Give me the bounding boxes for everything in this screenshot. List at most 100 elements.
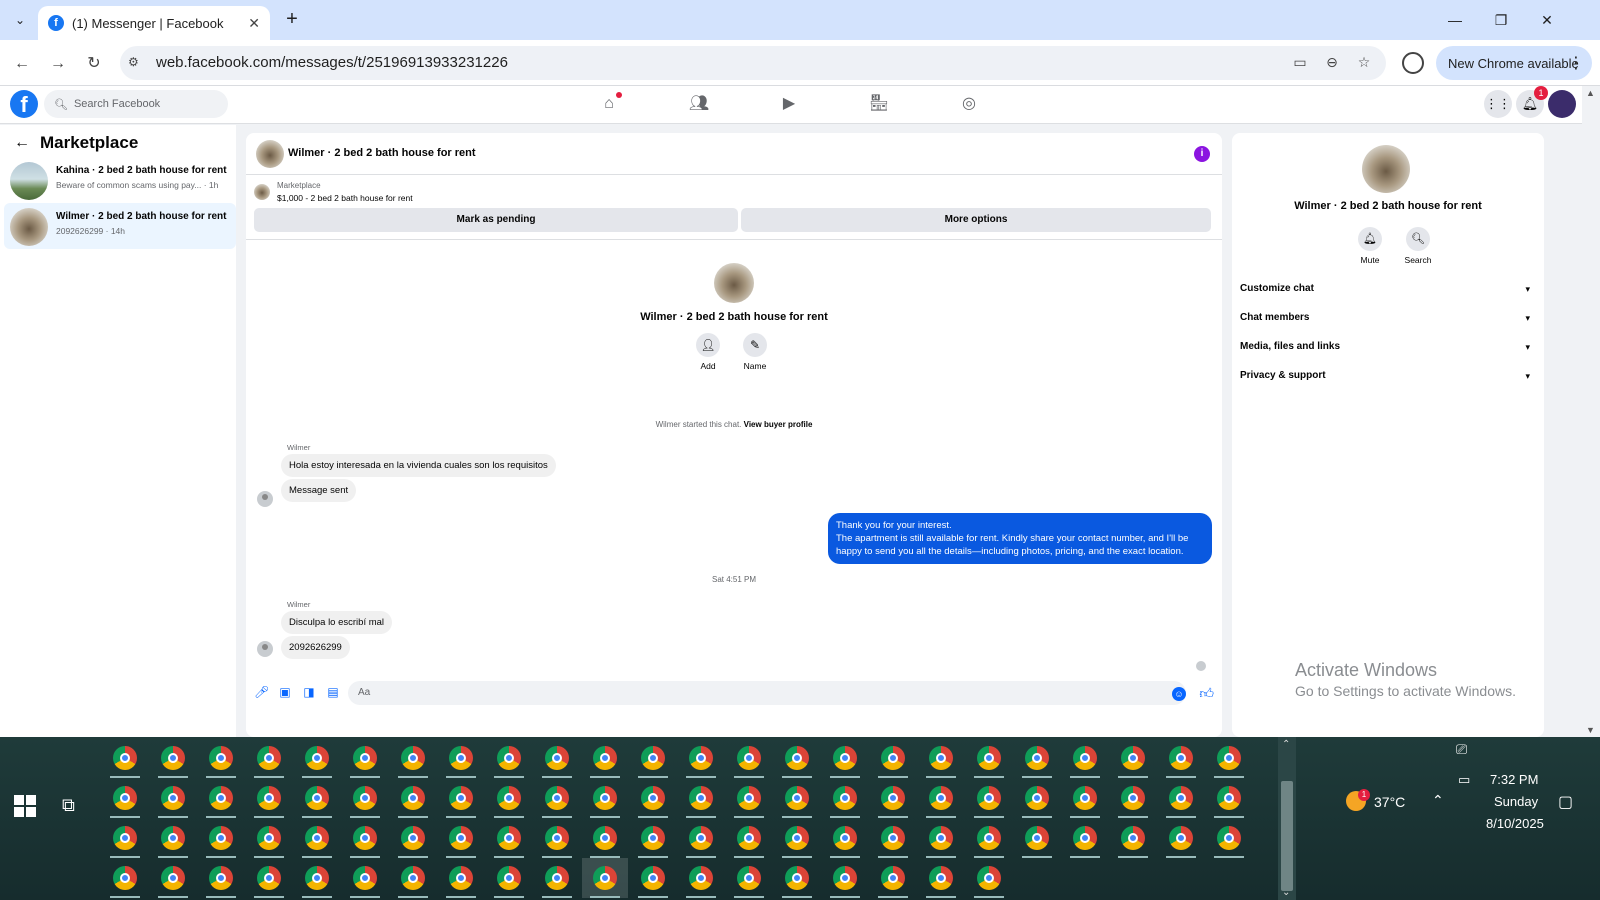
taskbar-app-button[interactable] xyxy=(630,858,676,898)
taskbar-app-button[interactable] xyxy=(1062,778,1108,818)
taskbar-app-button[interactable] xyxy=(294,738,340,778)
outgoing-message[interactable]: Thank you for your interest. The apartme… xyxy=(828,513,1212,564)
taskbar-app-button[interactable] xyxy=(390,738,436,778)
scroll-up-icon[interactable]: ▲ xyxy=(1586,88,1595,98)
taskbar-app-button[interactable] xyxy=(1110,818,1156,858)
groups-icon[interactable]: ◎ xyxy=(956,92,982,116)
search-conversation-button[interactable]: 🔍︎ Search xyxy=(1398,227,1438,265)
bookmark-star-icon[interactable]: ☆ xyxy=(1354,54,1374,74)
conversation-item-kahina[interactable]: Kahina · 2 bed 2 bath house for rent Bew… xyxy=(4,157,236,203)
taskbar-app-button[interactable] xyxy=(1014,778,1060,818)
new-tab-plus-icon[interactable]: + xyxy=(280,8,304,32)
taskbar-app-button[interactable] xyxy=(582,858,628,898)
taskbar-app-button[interactable] xyxy=(870,738,916,778)
taskbar-app-button[interactable] xyxy=(150,818,196,858)
name-chat-button[interactable]: ✎ Name xyxy=(735,333,775,371)
taskbar-app-button[interactable] xyxy=(774,778,820,818)
temperature[interactable]: 37°C xyxy=(1374,794,1405,810)
taskbar-app-button[interactable] xyxy=(1062,738,1108,778)
network-icon[interactable]: ▭ xyxy=(1458,772,1470,788)
sticker-icon[interactable]: ◨ xyxy=(302,685,316,699)
taskbar-app-button[interactable] xyxy=(582,738,628,778)
taskbar-app-button[interactable] xyxy=(1062,818,1108,858)
taskbar-app-button[interactable] xyxy=(342,778,388,818)
scrollbar-thumb[interactable] xyxy=(1281,781,1293,891)
taskbar-app-button[interactable] xyxy=(726,778,772,818)
taskbar-app-button[interactable] xyxy=(150,778,196,818)
site-settings-icon[interactable]: ⚙ xyxy=(128,55,144,71)
conversation-info-icon[interactable]: i xyxy=(1194,146,1210,162)
taskbar-app-button[interactable] xyxy=(1014,818,1060,858)
scroll-down-icon[interactable]: ⌄ xyxy=(1282,887,1290,898)
taskbar-app-button[interactable] xyxy=(438,858,484,898)
taskbar-app-button[interactable] xyxy=(342,858,388,898)
taskbar-app-button[interactable] xyxy=(534,858,580,898)
window-close-icon[interactable]: ✕ xyxy=(1524,0,1570,40)
taskbar-app-button[interactable] xyxy=(774,738,820,778)
install-app-icon[interactable]: ▭ xyxy=(1290,54,1310,74)
taskbar-app-button[interactable] xyxy=(582,778,628,818)
mute-button[interactable]: 🔔︎ Mute xyxy=(1350,227,1390,265)
zoom-icon[interactable]: ⊖ xyxy=(1322,54,1342,74)
taskbar-app-button[interactable] xyxy=(486,778,532,818)
taskbar-app-button[interactable] xyxy=(1158,738,1204,778)
taskbar-app-button[interactable] xyxy=(1014,738,1060,778)
taskbar-app-button[interactable] xyxy=(198,738,244,778)
taskbar-app-button[interactable] xyxy=(918,738,964,778)
taskbar-app-button[interactable] xyxy=(582,818,628,858)
taskbar-app-button[interactable] xyxy=(1158,778,1204,818)
gif-icon[interactable]: ▤ xyxy=(326,685,340,699)
facebook-search-input[interactable]: 🔍︎ Search Facebook xyxy=(44,90,228,118)
clock-day[interactable]: Sunday xyxy=(1494,794,1538,809)
windows-start-icon[interactable] xyxy=(14,795,36,817)
taskbar-app-button[interactable] xyxy=(294,858,340,898)
taskbar-app-button[interactable] xyxy=(294,778,340,818)
taskbar-app-button[interactable] xyxy=(390,778,436,818)
taskbar-app-button[interactable] xyxy=(1206,738,1252,778)
message-input[interactable]: Aa xyxy=(348,681,1186,705)
taskbar-app-button[interactable] xyxy=(966,778,1012,818)
taskbar-app-button[interactable] xyxy=(822,858,868,898)
taskbar-app-button[interactable] xyxy=(294,818,340,858)
chat-header-name[interactable]: Wilmer · 2 bed 2 bath house for rent xyxy=(288,147,476,159)
taskbar-app-button[interactable] xyxy=(486,858,532,898)
new-chrome-available-button[interactable]: New Chrome available ⋮ xyxy=(1436,46,1592,80)
taskbar-app-button[interactable] xyxy=(630,778,676,818)
taskbar-app-button[interactable] xyxy=(918,858,964,898)
emoji-icon[interactable]: ☺ xyxy=(1172,687,1186,701)
chat-members-section[interactable]: Chat members ▾ xyxy=(1240,305,1536,331)
omnibox[interactable]: ⚙ web.facebook.com/messages/t/2519691393… xyxy=(120,46,1386,80)
taskbar-app-button[interactable] xyxy=(150,858,196,898)
taskbar-app-button[interactable] xyxy=(918,778,964,818)
action-center-icon[interactable]: ▢ xyxy=(1558,792,1573,812)
incoming-message[interactable]: Hola estoy interesada en la vivienda cua… xyxy=(281,454,556,477)
taskbar-app-button[interactable] xyxy=(102,818,148,858)
taskbar-app-button[interactable] xyxy=(966,818,1012,858)
forward-arrow-icon[interactable]: → xyxy=(46,52,70,76)
taskbar-app-button[interactable] xyxy=(1158,818,1204,858)
taskbar-app-button[interactable] xyxy=(534,738,580,778)
reload-icon[interactable]: ↻ xyxy=(82,52,106,76)
conversation-item-wilmer[interactable]: Wilmer · 2 bed 2 bath house for rent 209… xyxy=(4,203,236,249)
taskbar-app-button[interactable] xyxy=(678,738,724,778)
account-avatar[interactable] xyxy=(1548,90,1576,118)
taskbar-app-button[interactable] xyxy=(822,778,868,818)
taskbar-app-button[interactable] xyxy=(774,858,820,898)
thumbs-up-icon[interactable]: 👍︎ xyxy=(1199,685,1214,702)
back-arrow-icon[interactable]: ← xyxy=(14,134,30,152)
taskbar-app-button[interactable] xyxy=(1110,738,1156,778)
chat-avatar[interactable] xyxy=(256,140,284,168)
taskbar-app-button[interactable] xyxy=(438,818,484,858)
taskbar-app-button[interactable] xyxy=(438,778,484,818)
taskbar-app-button[interactable] xyxy=(390,818,436,858)
media-files-links-section[interactable]: Media, files and links ▾ xyxy=(1240,334,1536,360)
taskbar-app-button[interactable] xyxy=(870,778,916,818)
taskbar-app-button[interactable] xyxy=(342,738,388,778)
clock-time[interactable]: 7:32 PM xyxy=(1490,772,1538,787)
taskbar-app-button[interactable] xyxy=(534,778,580,818)
scroll-down-icon[interactable]: ▼ xyxy=(1586,725,1595,735)
taskbar-app-button[interactable] xyxy=(246,858,292,898)
microphone-icon[interactable]: 🎤︎ xyxy=(254,685,269,699)
taskbar-app-button[interactable] xyxy=(486,738,532,778)
meet-now-icon[interactable]: ⎚ xyxy=(1456,741,1467,758)
